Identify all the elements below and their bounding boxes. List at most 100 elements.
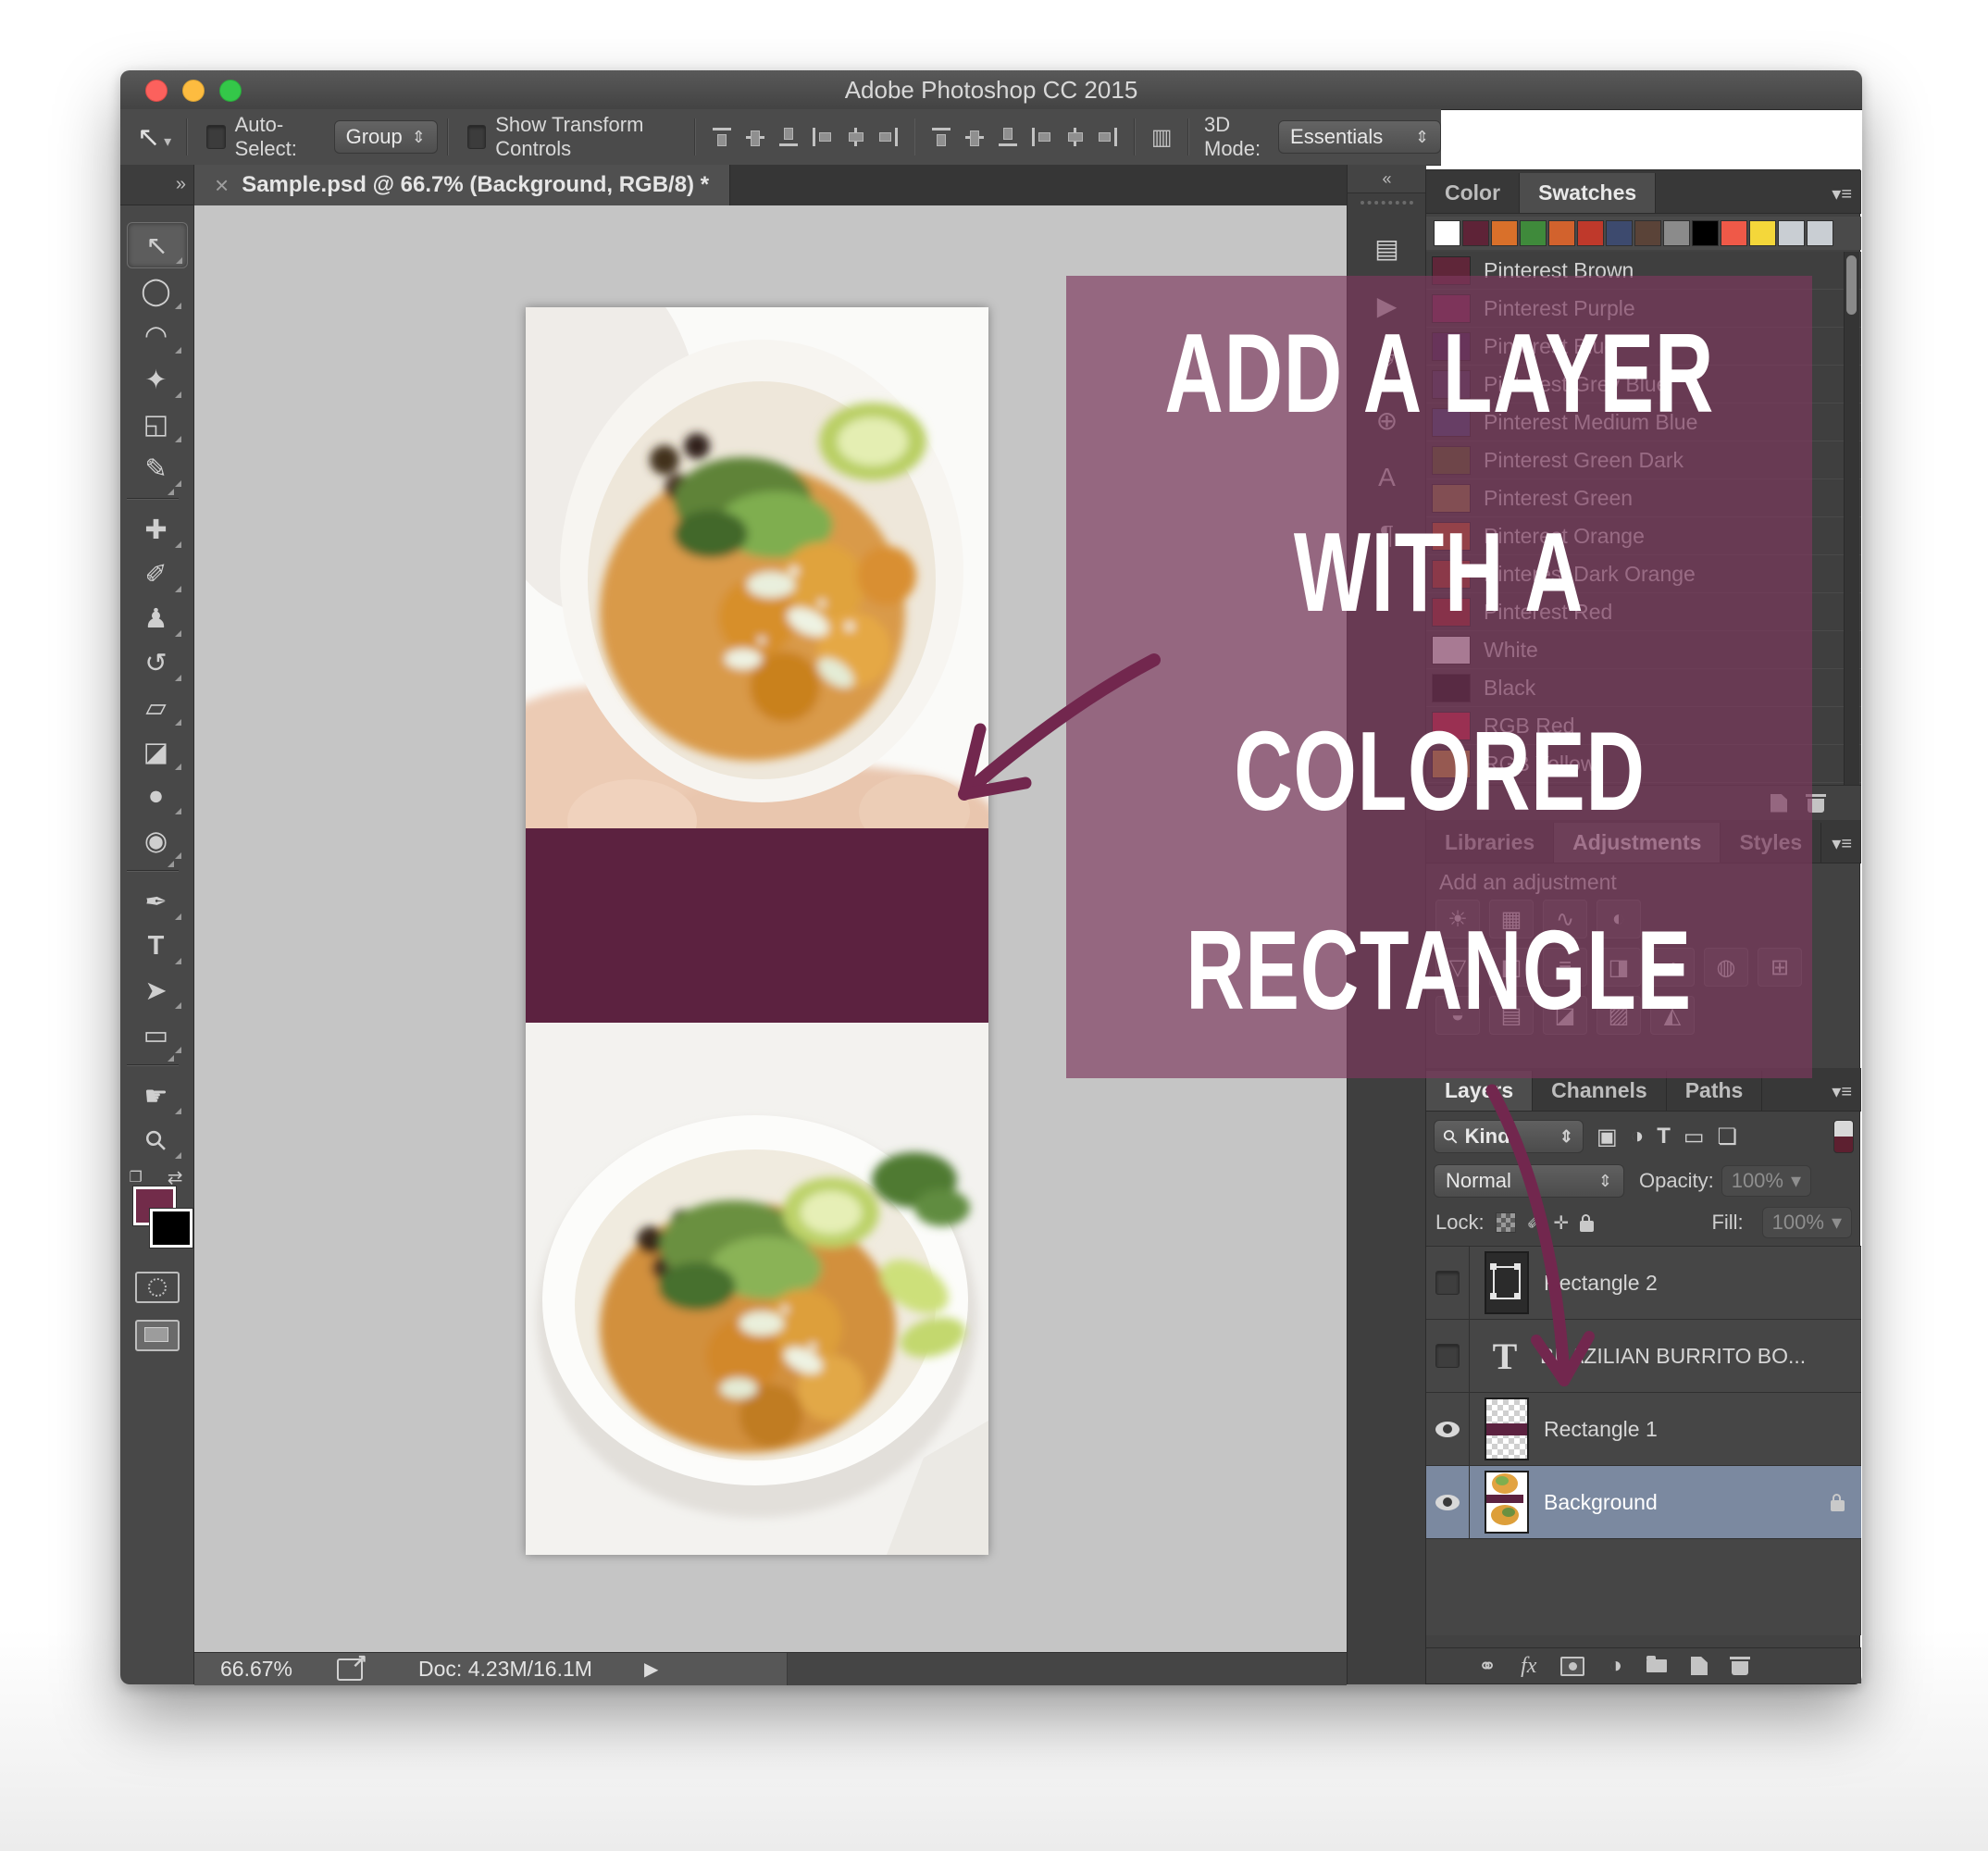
swatch-chip[interactable] <box>1462 220 1489 246</box>
panel-menu-icon[interactable]: ▾≡ <box>1832 832 1852 855</box>
new-adjustment-layer-icon[interactable]: ◑ <box>1609 1653 1622 1679</box>
blend-mode-dropdown[interactable]: Normal ⇕ <box>1434 1164 1624 1198</box>
swatch-chip[interactable] <box>1749 220 1776 246</box>
swatch-chip[interactable] <box>1577 220 1604 246</box>
background-layer-thumbnail[interactable] <box>1485 1471 1529 1534</box>
tool-button[interactable] <box>127 870 179 872</box>
tab-swatches[interactable]: Swatches <box>1520 173 1656 213</box>
toolbox-collapse-header[interactable]: » <box>120 165 194 205</box>
swatch-scrollbar[interactable] <box>1844 252 1859 785</box>
layer-name[interactable]: Rectangle 2 <box>1544 1271 1658 1296</box>
distribute-left-edges-icon[interactable] <box>1029 125 1053 149</box>
rectangle-1-layer-on-canvas[interactable] <box>526 828 988 1023</box>
layer-row-text[interactable]: BRAZILIAN BURRITO BO... <box>1426 1320 1861 1393</box>
shape-layer-filter-icon[interactable]: ▭ <box>1684 1124 1705 1150</box>
swatch-chip[interactable] <box>1548 220 1575 246</box>
tool-button[interactable] <box>127 640 186 685</box>
title-bar[interactable]: Adobe Photoshop CC 2015 <box>120 70 1862 110</box>
lock-pixels-icon[interactable]: ✐ <box>1527 1211 1543 1235</box>
rectangle-layer-thumbnail[interactable] <box>1485 1398 1529 1460</box>
tool-button[interactable] <box>127 1118 186 1162</box>
align-bottom-edges-icon[interactable] <box>777 125 801 149</box>
layer-style-fx-icon[interactable]: fx <box>1521 1654 1536 1679</box>
kind-filter-dropdown[interactable]: ⚲ Kind ⇕ <box>1434 1120 1584 1153</box>
text-layer-thumbnail[interactable] <box>1485 1326 1525 1385</box>
tool-button[interactable] <box>127 924 186 968</box>
layer-name[interactable]: Rectangle 1 <box>1544 1417 1658 1442</box>
fill-value-box[interactable]: 100% ▾ <box>1762 1207 1852 1238</box>
tool-button[interactable] <box>127 774 186 818</box>
align-left-edges-icon[interactable] <box>810 125 834 149</box>
swatch-chip[interactable] <box>1807 220 1833 246</box>
pixel-layer-filter-icon[interactable]: ▣ <box>1597 1124 1618 1150</box>
expand-panels-button[interactable]: « <box>1348 165 1426 193</box>
distribute-vertical-centers-icon[interactable] <box>963 125 987 149</box>
tool-button[interactable] <box>127 313 186 357</box>
zoom-level[interactable]: 66.67% <box>220 1657 292 1682</box>
tool-button[interactable] <box>127 879 186 924</box>
delete-layer-icon[interactable] <box>1732 1661 1748 1675</box>
tool-button[interactable] <box>127 507 186 552</box>
align-horizontal-centers-icon[interactable] <box>843 125 867 149</box>
tool-button[interactable] <box>127 818 186 863</box>
status-menu-arrow-icon[interactable]: ▶ <box>644 1658 658 1681</box>
zoom-window-button[interactable] <box>219 80 242 102</box>
filter-toggle-switch[interactable] <box>1833 1120 1854 1153</box>
tab-close-icon[interactable]: × <box>215 171 229 200</box>
lock-transparency-icon[interactable] <box>1496 1212 1516 1233</box>
distribute-bottom-edges-icon[interactable] <box>996 125 1020 149</box>
swatch-chip[interactable] <box>1520 220 1547 246</box>
tool-button[interactable] <box>127 596 186 640</box>
align-top-edges-icon[interactable] <box>710 125 734 149</box>
tool-button[interactable] <box>127 968 186 1012</box>
panel-menu-icon[interactable]: ▾≡ <box>1832 1080 1852 1103</box>
background-color-swatch[interactable] <box>150 1209 193 1248</box>
layer-row-background[interactable]: Background <box>1426 1466 1861 1539</box>
tool-preset-caret-icon[interactable]: ▾ <box>164 132 171 151</box>
show-transform-checkbox[interactable] <box>467 125 487 149</box>
tool-button[interactable] <box>127 685 186 729</box>
layer-row-rectangle-2[interactable]: Rectangle 2 <box>1426 1247 1861 1320</box>
align-right-edges-icon[interactable] <box>876 125 901 149</box>
distribute-horizontal-centers-icon[interactable] <box>1062 125 1087 149</box>
new-group-icon[interactable] <box>1646 1659 1667 1672</box>
history-panel-icon[interactable]: ▤ <box>1348 219 1426 277</box>
3d-mode-dropdown[interactable]: Essentials ⇕ <box>1278 120 1441 154</box>
new-layer-icon[interactable] <box>1691 1657 1708 1675</box>
align-vertical-centers-icon[interactable] <box>743 125 767 149</box>
opacity-value-box[interactable]: 100% ▾ <box>1721 1165 1811 1197</box>
eye-icon[interactable] <box>1435 1495 1460 1510</box>
scrollbar-thumb[interactable] <box>1846 255 1857 315</box>
document-tab[interactable]: × Sample.psd @ 66.7% (Background, RGB/8)… <box>194 165 730 205</box>
swatch-chip[interactable] <box>1434 220 1460 246</box>
panel-menu-icon[interactable]: ▾≡ <box>1832 182 1852 205</box>
swatch-chip[interactable] <box>1778 220 1805 246</box>
share-icon[interactable] <box>337 1658 363 1681</box>
distribute-top-edges-icon[interactable] <box>929 125 953 149</box>
auto-select-group-dropdown[interactable]: Group ⇕ <box>334 120 438 154</box>
visibility-toggle[interactable] <box>1426 1320 1470 1392</box>
quick-mask-button[interactable] <box>135 1272 180 1303</box>
minimize-window-button[interactable] <box>182 80 205 102</box>
tool-button[interactable] <box>127 222 188 268</box>
shape-layer-thumbnail[interactable] <box>1485 1251 1529 1314</box>
default-colors-icon[interactable]: ❐ <box>130 1168 143 1186</box>
swatch-chip[interactable] <box>1692 220 1719 246</box>
swatch-chip[interactable] <box>1606 220 1633 246</box>
smart-object-filter-icon[interactable]: ❏ <box>1718 1124 1738 1150</box>
visibility-toggle[interactable] <box>1426 1466 1470 1538</box>
document-canvas[interactable] <box>526 307 988 1555</box>
eye-icon[interactable] <box>1435 1422 1460 1437</box>
lock-position-icon[interactable]: ✛ <box>1553 1211 1569 1235</box>
add-layer-mask-icon[interactable] <box>1560 1657 1584 1676</box>
tool-button[interactable] <box>127 1064 179 1066</box>
visibility-toggle[interactable] <box>1426 1393 1470 1465</box>
distribute-spacing-icon[interactable]: ▥ <box>1149 125 1174 149</box>
tool-button[interactable] <box>127 498 179 500</box>
tool-button[interactable] <box>127 552 186 596</box>
auto-select-checkbox[interactable] <box>206 125 226 149</box>
tool-button[interactable] <box>127 1074 186 1118</box>
tab-color[interactable]: Color <box>1426 173 1520 213</box>
swatch-chip[interactable] <box>1663 220 1690 246</box>
swatch-chip[interactable] <box>1491 220 1518 246</box>
